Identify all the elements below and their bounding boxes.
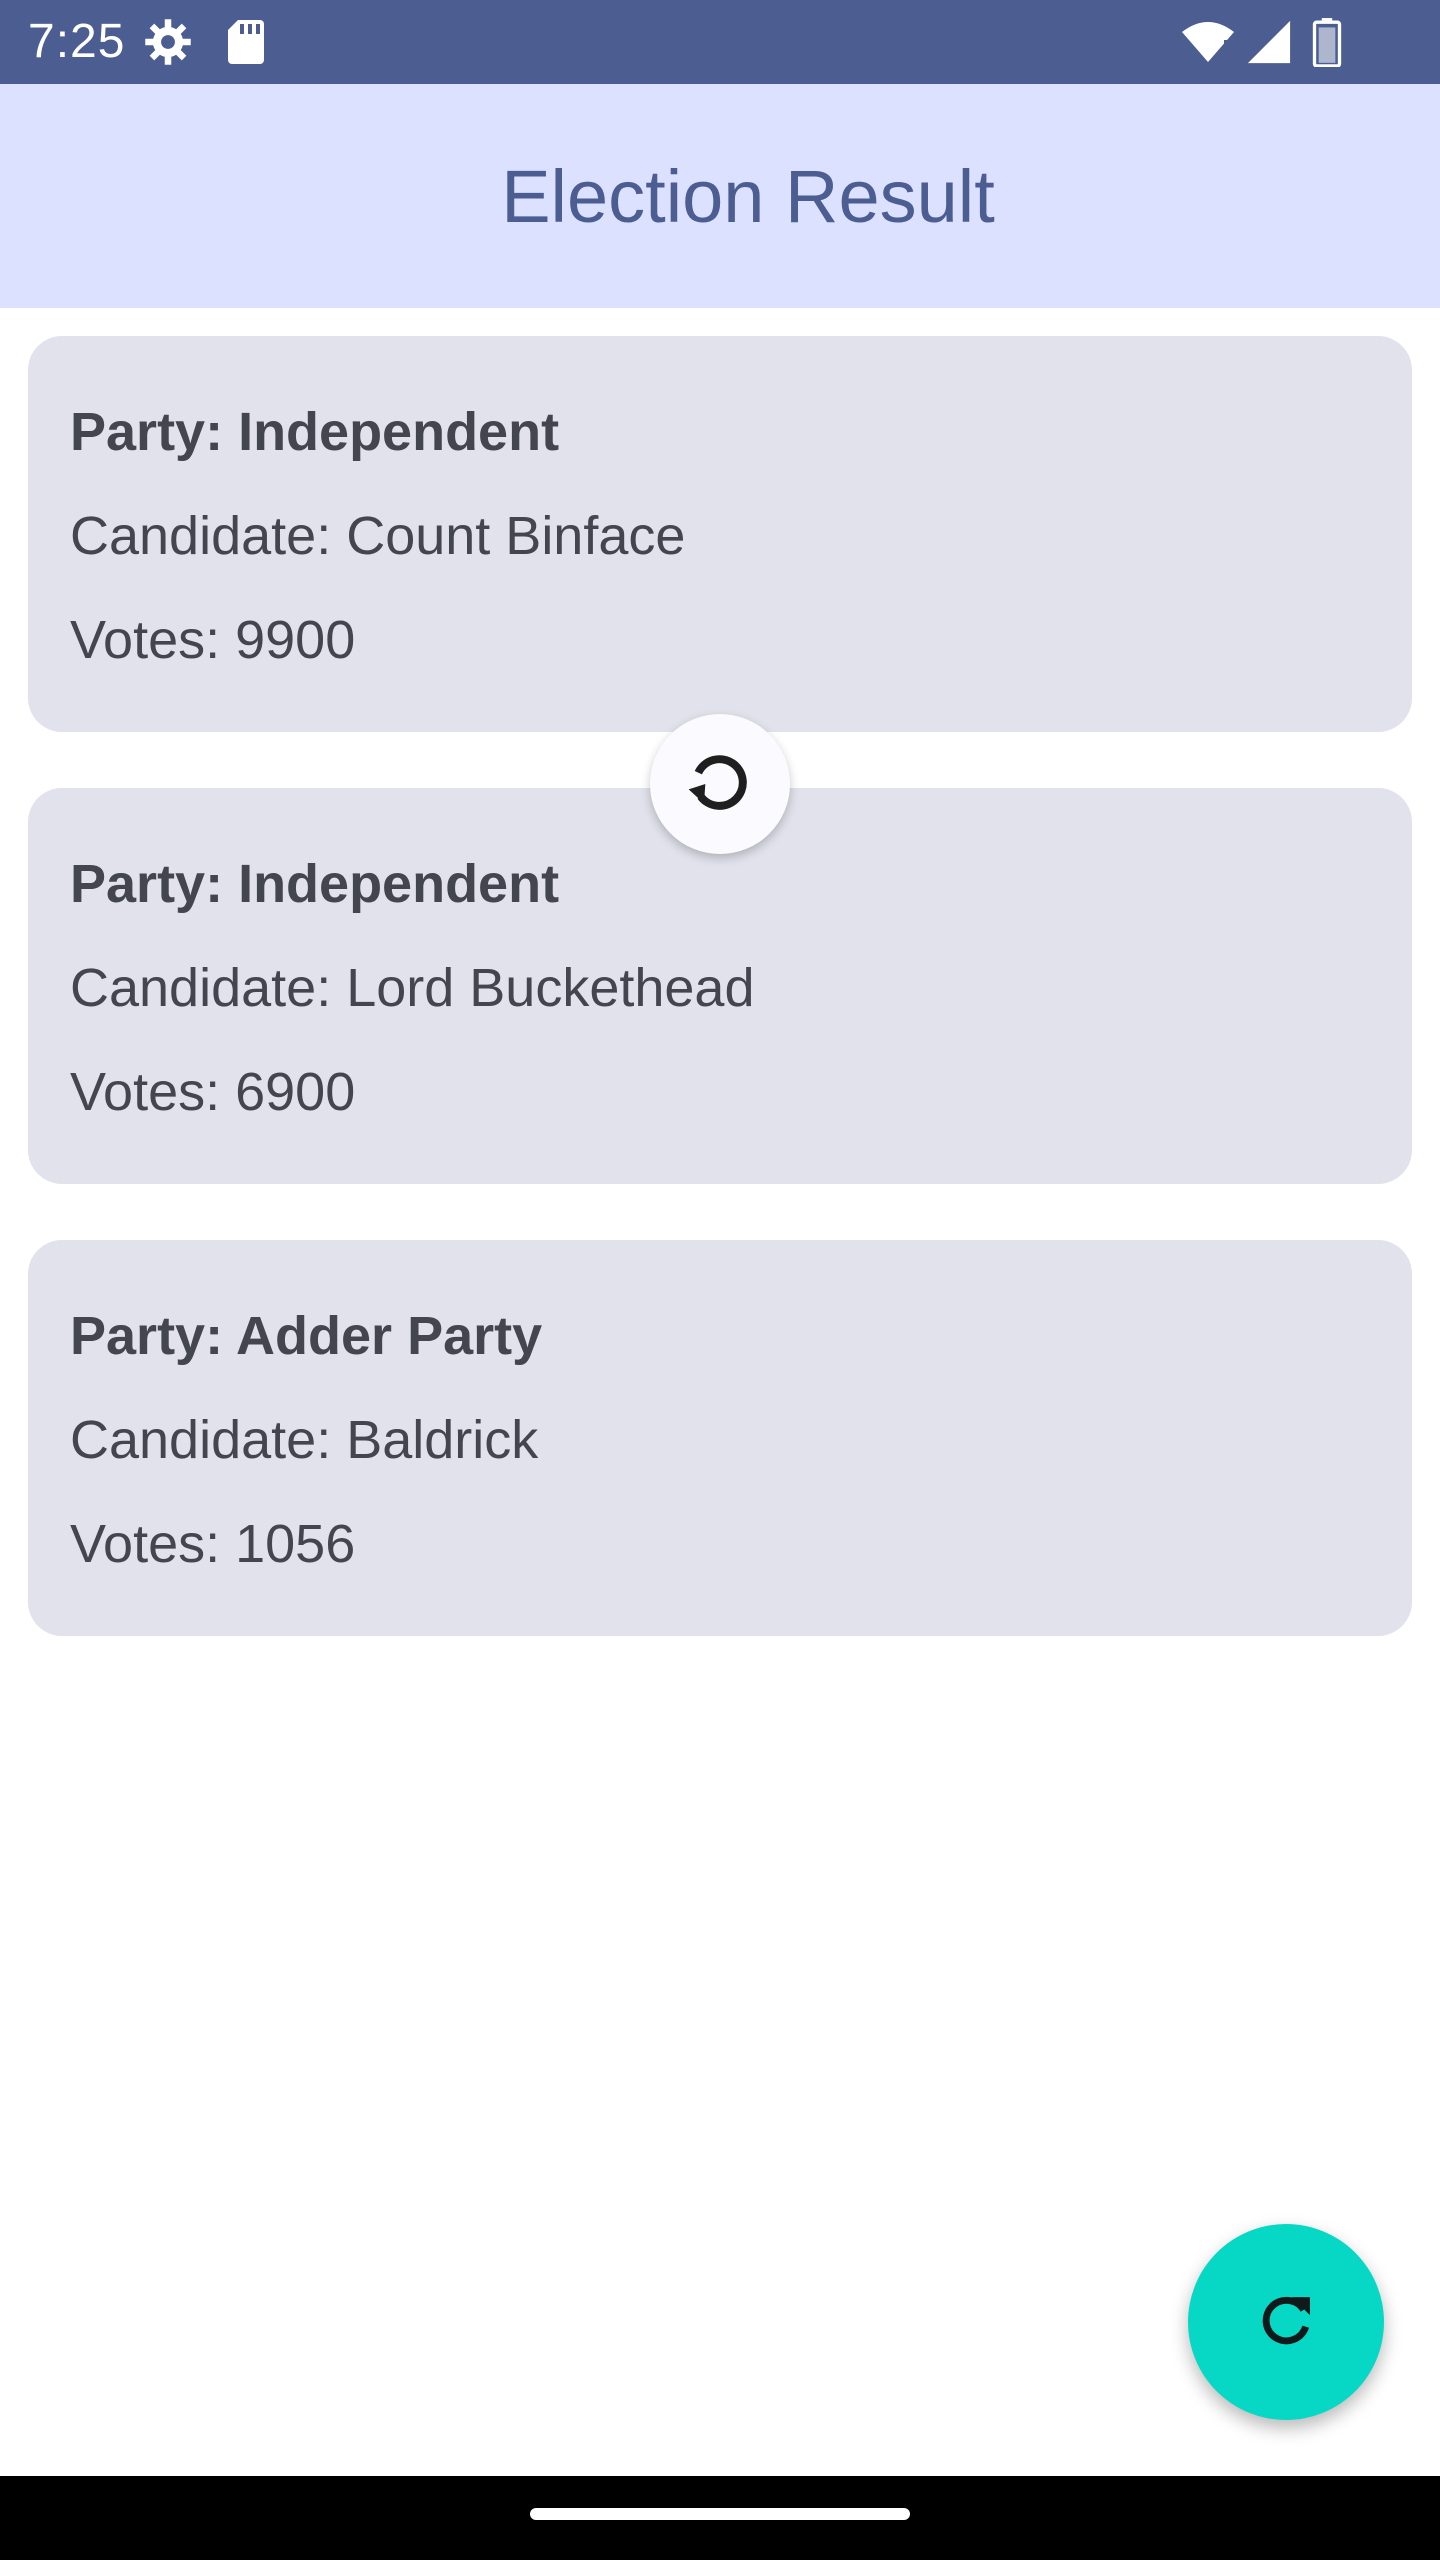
refresh-fab-button[interactable] xyxy=(1188,2224,1384,2420)
refresh-icon xyxy=(1254,2288,1318,2357)
pull-refresh-indicator xyxy=(650,714,790,854)
app-bar: Election Result xyxy=(0,84,1440,308)
settings-gear-icon xyxy=(142,0,194,84)
status-time: 7:25 xyxy=(28,15,126,68)
votes-label: Votes: 1056 xyxy=(70,1514,356,1574)
navigation-bar xyxy=(0,2476,1440,2560)
votes-label: Votes: 9900 xyxy=(70,610,356,670)
refresh-spinner-icon xyxy=(680,742,760,827)
party-label: Party: Adder Party xyxy=(70,1306,543,1366)
result-card: Party: Independent Candidate: Count Binf… xyxy=(28,336,1412,732)
wifi-icon xyxy=(1180,0,1236,84)
result-card: Party: Adder Party Candidate: Baldrick V… xyxy=(28,1240,1412,1636)
sd-card-icon xyxy=(226,0,266,84)
battery-icon xyxy=(1312,0,1342,84)
candidate-label: Candidate: Lord Buckethead xyxy=(70,958,755,1018)
party-label: Party: Independent xyxy=(70,854,560,914)
party-label: Party: Independent xyxy=(70,402,560,462)
candidate-label: Candidate: Count Binface xyxy=(70,506,686,566)
home-gesture-handle[interactable] xyxy=(530,2508,910,2520)
page-title: Election Result xyxy=(501,154,995,238)
status-bar: 7:25 xyxy=(0,0,1440,84)
candidate-label: Candidate: Baldrick xyxy=(70,1410,539,1470)
votes-label: Votes: 6900 xyxy=(70,1062,356,1122)
signal-icon xyxy=(1246,0,1292,84)
